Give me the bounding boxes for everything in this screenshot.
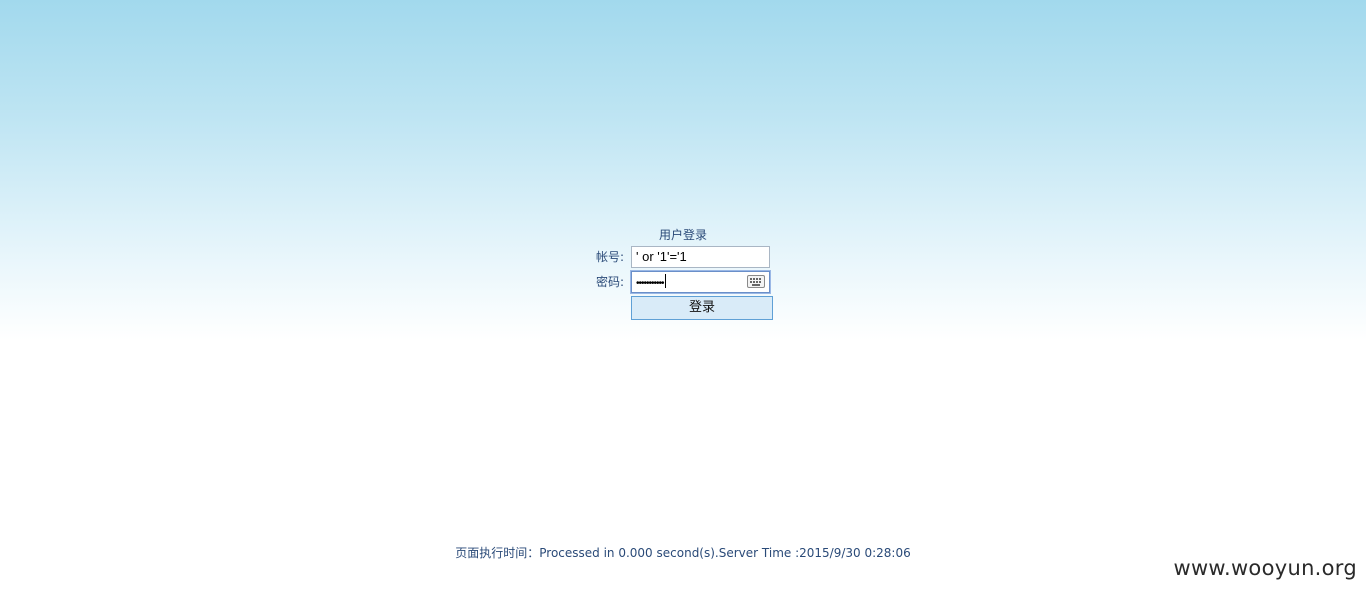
password-input[interactable]: ••••••••••• (631, 271, 770, 293)
username-label: 帐号: (596, 250, 625, 264)
login-title-text: 用户登录 (658, 228, 707, 242)
username-input[interactable]: ' or '1'='1 (631, 246, 770, 268)
page-footer: 页面执行时间：Processed in 0.000 second(s).Serv… (455, 546, 911, 560)
login-button[interactable]: 登录 (631, 296, 773, 320)
password-label: 密码: (596, 275, 625, 289)
login-title: 用户登录 (0, 226, 1366, 243)
text-caret (664, 274, 666, 288)
keyboard-icon[interactable] (747, 275, 765, 288)
watermark-text: www.wooyun.org (1173, 556, 1357, 580)
password-value: ••••••••••• (636, 278, 664, 289)
username-value: ' or '1'='1 (636, 249, 687, 264)
